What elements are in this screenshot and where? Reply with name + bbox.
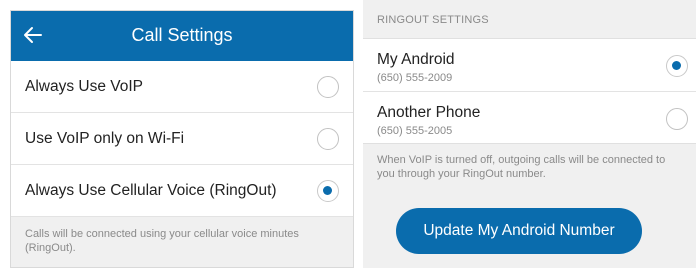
radio-button[interactable] [317, 76, 339, 98]
option-cellular-ringout[interactable]: Always Use Cellular Voice (RingOut) [11, 165, 353, 217]
phone-number: (650) 555-2005 [377, 125, 453, 137]
radio-button-selected[interactable] [666, 55, 688, 77]
ringout-settings-panel: RINGOUT SETTINGS My Android (650) 555-20… [363, 0, 696, 268]
phone-name: My Android [377, 51, 455, 68]
ringout-phone-list: My Android (650) 555-2009 Another Phone … [363, 38, 696, 144]
ringout-note: When VoIP is turned off, outgoing calls … [377, 154, 666, 180]
update-number-button[interactable]: Update My Android Number [396, 208, 642, 254]
radio-button[interactable] [666, 108, 688, 130]
call-settings-panel: Call Settings Always Use VoIP Use VoIP o… [10, 10, 354, 268]
option-voip-wifi-only[interactable]: Use VoIP only on Wi-Fi [11, 113, 353, 165]
option-label: Use VoIP only on Wi-Fi [25, 130, 185, 147]
phone-option-my-android[interactable]: My Android (650) 555-2009 [363, 39, 696, 91]
section-header: RINGOUT SETTINGS [377, 14, 489, 26]
screen: Call Settings Always Use VoIP Use VoIP o… [0, 0, 696, 268]
page-title: Call Settings [131, 25, 233, 45]
radio-button[interactable] [317, 128, 339, 150]
radio-button-selected[interactable] [317, 180, 339, 202]
footer-note: Calls will be connected using your cellu… [11, 217, 353, 267]
option-label: Always Use VoIP [25, 78, 144, 95]
phone-option-another-phone[interactable]: Another Phone (650) 555-2005 [363, 91, 696, 143]
button-area: Update My Android Number [363, 200, 696, 268]
phone-number: (650) 555-2009 [377, 72, 453, 84]
app-bar: Call Settings [11, 11, 353, 61]
phone-name: Another Phone [377, 104, 481, 121]
option-label: Always Use Cellular Voice (RingOut) [25, 182, 277, 199]
option-always-voip[interactable]: Always Use VoIP [11, 61, 353, 113]
